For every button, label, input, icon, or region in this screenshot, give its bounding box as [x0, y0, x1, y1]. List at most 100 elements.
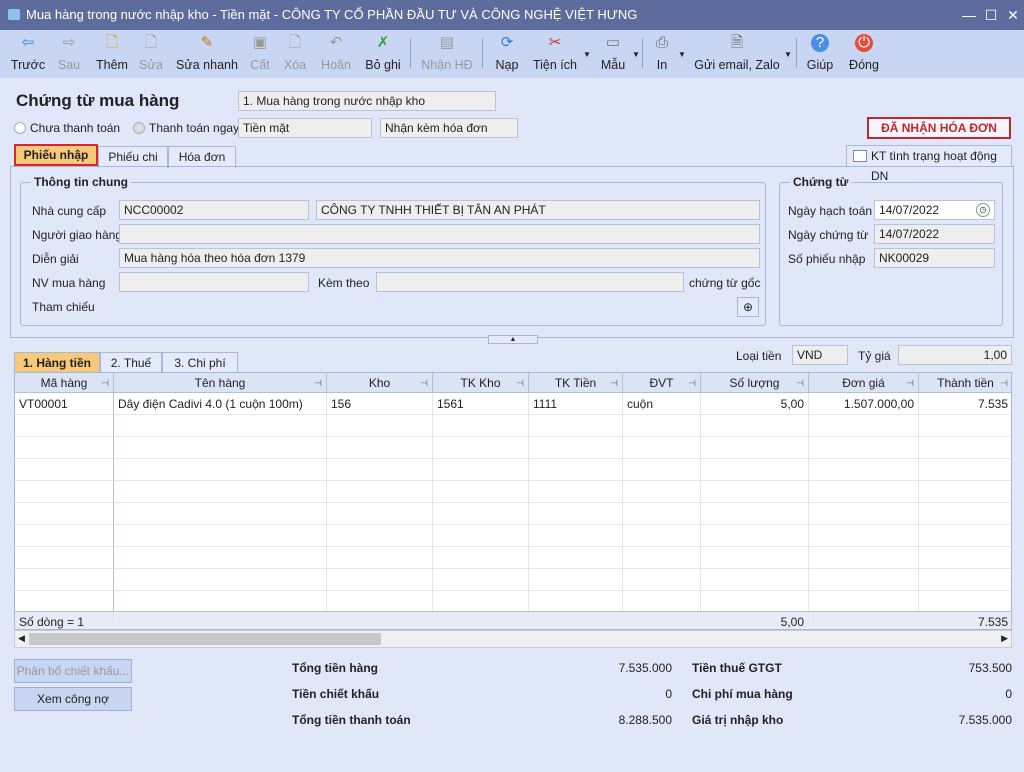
pin-icon[interactable]: ⊣: [610, 373, 618, 393]
receive-invoice-button[interactable]: ▤ Nhận HĐ: [420, 32, 474, 76]
description-input[interactable]: Mua hàng hóa theo hóa đơn 1379: [119, 248, 760, 268]
table-cell[interactable]: [809, 569, 919, 591]
table-cell[interactable]: [529, 415, 623, 437]
table-cell[interactable]: VT00001: [15, 393, 114, 415]
table-cell[interactable]: [529, 481, 623, 503]
previous-button[interactable]: ⇦ Trước: [8, 32, 48, 76]
pin-icon[interactable]: ⊣: [314, 373, 322, 393]
invoice-option-select[interactable]: Nhận kèm hóa đơn: [380, 118, 518, 138]
horizontal-scrollbar[interactable]: ◀ ▶: [14, 630, 1012, 648]
add-button[interactable]: 🗋 Thêm: [92, 32, 132, 76]
table-cell[interactable]: [327, 525, 433, 547]
table-cell[interactable]: [327, 459, 433, 481]
table-cell[interactable]: [919, 569, 1011, 591]
tab-hang-tien[interactable]: 1. Hàng tiền: [14, 352, 100, 374]
table-cell[interactable]: [114, 525, 327, 547]
table-cell[interactable]: [433, 569, 529, 591]
table-cell[interactable]: [15, 591, 114, 613]
table-cell[interactable]: [327, 503, 433, 525]
save-button[interactable]: ▣ Cất: [246, 32, 274, 76]
table-cell[interactable]: [15, 459, 114, 481]
chevron-down-icon[interactable]: ▼: [583, 50, 591, 59]
column-header[interactable]: ĐVT ⊣: [623, 373, 701, 393]
table-cell[interactable]: [433, 481, 529, 503]
table-cell[interactable]: [433, 437, 529, 459]
table-cell[interactable]: [327, 591, 433, 613]
pin-icon[interactable]: ⊣: [101, 373, 109, 393]
table-cell[interactable]: [809, 503, 919, 525]
table-cell[interactable]: [701, 415, 809, 437]
table-cell[interactable]: [114, 591, 327, 613]
supplier-name-input[interactable]: CÔNG TY TNHH THIẾT BỊ TÂN AN PHÁT: [316, 200, 760, 220]
send-email-zalo-button[interactable]: 🗎 Gửi email, Zalo: [694, 32, 780, 76]
table-cell[interactable]: 7.535: [919, 393, 1011, 415]
chevron-down-icon[interactable]: ▼: [678, 50, 686, 59]
table-cell[interactable]: [809, 459, 919, 481]
table-cell[interactable]: 156: [327, 393, 433, 415]
deliverer-input[interactable]: [119, 224, 760, 244]
calendar-icon[interactable]: ◷: [976, 203, 990, 217]
table-row[interactable]: [15, 547, 1011, 569]
edit-button[interactable]: 🗋 Sửa: [136, 32, 166, 76]
utilities-button[interactable]: ✂ Tiện ích: [532, 32, 578, 76]
table-cell[interactable]: 5,00: [701, 393, 809, 415]
check-status-button[interactable]: KT tình trạng hoạt động DN: [846, 145, 1012, 183]
table-cell[interactable]: [529, 525, 623, 547]
column-header[interactable]: Kho ⊣: [327, 373, 433, 393]
table-cell[interactable]: [114, 547, 327, 569]
table-cell[interactable]: [114, 481, 327, 503]
template-button[interactable]: ▭ Mẫu: [598, 32, 628, 76]
table-cell[interactable]: [623, 503, 701, 525]
currency-select[interactable]: VND: [792, 345, 848, 365]
table-cell[interactable]: [327, 547, 433, 569]
table-row[interactable]: [15, 591, 1011, 613]
table-cell[interactable]: cuộn: [623, 393, 701, 415]
column-header[interactable]: TK Kho ⊣: [433, 373, 529, 393]
table-cell[interactable]: [809, 437, 919, 459]
table-cell[interactable]: [701, 459, 809, 481]
table-cell[interactable]: [623, 547, 701, 569]
purchase-type-select[interactable]: 1. Mua hàng trong nước nhập kho: [238, 91, 496, 111]
table-cell[interactable]: [433, 415, 529, 437]
table-cell[interactable]: [433, 459, 529, 481]
pin-icon[interactable]: ⊣: [906, 373, 914, 393]
table-cell[interactable]: [327, 415, 433, 437]
table-cell[interactable]: [919, 459, 1011, 481]
voucher-number-input[interactable]: NK00029: [874, 248, 995, 268]
table-cell[interactable]: [114, 503, 327, 525]
table-cell[interactable]: [114, 569, 327, 591]
table-row[interactable]: VT00001 Dây điện Cadivi 4.0 (1 cuộn 100m)…: [15, 393, 1011, 415]
unpost-button[interactable]: ✗ Bỏ ghi: [362, 32, 404, 76]
table-cell[interactable]: [919, 591, 1011, 613]
next-button[interactable]: ⇨ Sau: [52, 32, 86, 76]
print-button[interactable]: ⎙ In: [650, 32, 674, 76]
pin-icon[interactable]: ⊣: [516, 373, 524, 393]
table-cell[interactable]: [623, 525, 701, 547]
table-cell[interactable]: [15, 547, 114, 569]
minimize-button[interactable]: —: [958, 0, 980, 30]
table-row[interactable]: [15, 525, 1011, 547]
table-cell[interactable]: [15, 503, 114, 525]
table-row[interactable]: [15, 569, 1011, 591]
column-header[interactable]: Đơn giá ⊣: [809, 373, 919, 393]
view-debt-button[interactable]: Xem công nợ: [14, 687, 132, 711]
table-row[interactable]: [15, 481, 1011, 503]
table-cell[interactable]: [919, 503, 1011, 525]
tab-phieu-nhap[interactable]: Phiếu nhập: [14, 144, 98, 166]
table-cell[interactable]: [919, 415, 1011, 437]
radio-unpaid[interactable]: Chưa thanh toán: [14, 121, 120, 135]
table-cell[interactable]: [623, 569, 701, 591]
table-row[interactable]: [15, 459, 1011, 481]
tab-thue[interactable]: 2. Thuế: [100, 352, 162, 374]
attach-input[interactable]: [376, 272, 684, 292]
table-cell[interactable]: [433, 503, 529, 525]
help-button[interactable]: ? Giúp: [804, 32, 836, 76]
zoom-reference-button[interactable]: ⊕: [737, 297, 759, 317]
maximize-button[interactable]: ☐: [980, 0, 1002, 30]
table-cell[interactable]: [327, 569, 433, 591]
table-cell[interactable]: [15, 437, 114, 459]
table-cell[interactable]: [15, 415, 114, 437]
table-cell[interactable]: [433, 591, 529, 613]
table-cell[interactable]: Dây điện Cadivi 4.0 (1 cuộn 100m): [114, 393, 327, 415]
tab-chi-phi[interactable]: 3. Chi phí: [162, 352, 238, 374]
